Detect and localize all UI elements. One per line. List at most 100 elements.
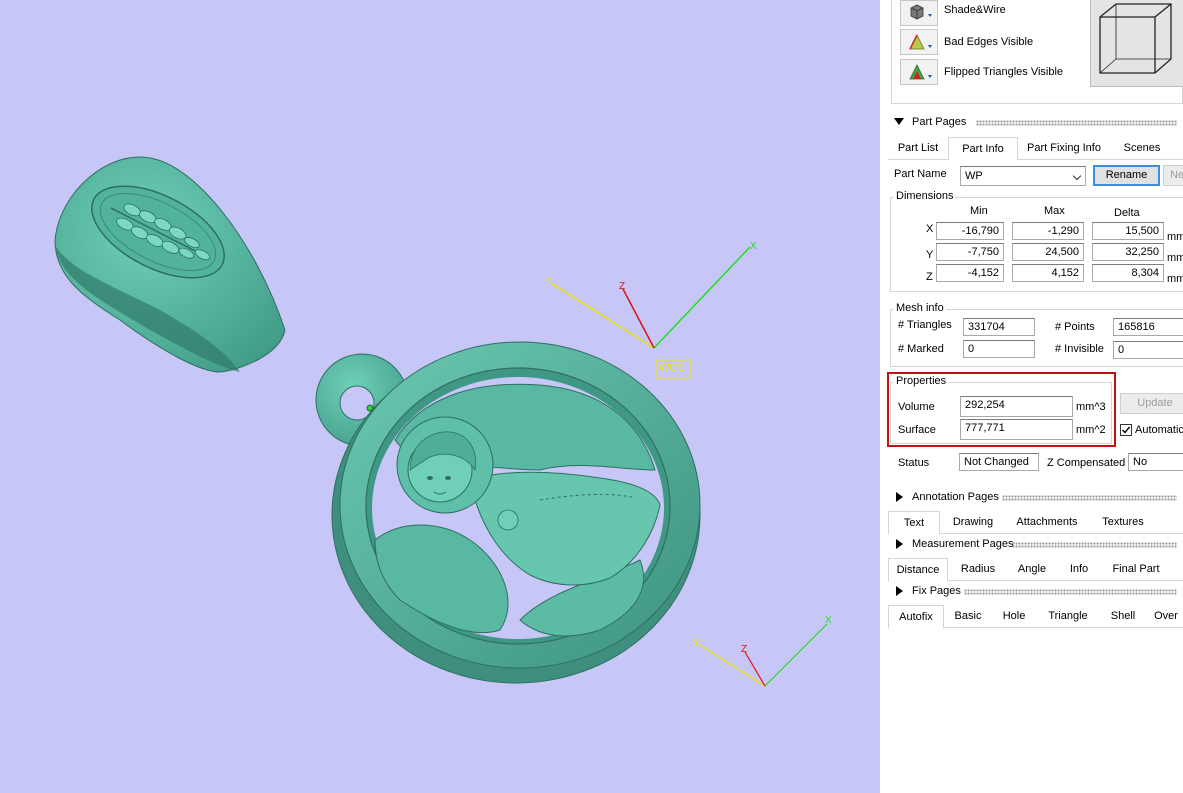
wcs-label: WCS [659,362,685,374]
dim-z-max: 4,152 [1012,264,1084,282]
dim-y-unit: mm [1167,252,1183,264]
tab-basic[interactable]: Basic [950,607,986,626]
dim-x-label: X [926,223,934,235]
properties-highlight-box [887,372,1116,447]
bad-edges-button[interactable] [900,29,938,55]
viewport-scene [54,156,828,687]
dim-z-unit: mm [1167,273,1183,285]
triangles-label: # Triangles [898,319,952,331]
tab-distance[interactable]: Distance [888,558,948,582]
triad-axis-z-label: Z [741,644,748,655]
bad-edges-icon [909,34,932,50]
measurement-pages-header[interactable]: Measurement Pages [888,537,1183,553]
triad-axis-y-label: Y [693,638,700,649]
dim-z-delta: 8,304 [1092,264,1164,282]
triangles-value: 331704 [963,318,1035,336]
mesh-info-title: Mesh info [894,302,946,314]
tab-scenes[interactable]: Scenes [1116,139,1168,158]
expand-arrow-icon[interactable] [896,539,903,549]
triad-axis-x-label: X [825,615,832,626]
dim-z-min: -4,152 [936,264,1004,282]
expand-arrow-icon[interactable] [896,586,903,596]
dim-x-min: -16,790 [936,222,1004,240]
wcs-axis-z-label: Z [619,281,626,292]
dim-y-max: 24,500 [1012,243,1084,261]
annotation-pages-header[interactable]: Annotation Pages [888,490,1183,506]
flipped-triangles-icon [909,64,932,80]
tab-over[interactable]: Over [1150,607,1182,626]
tab-part-list[interactable]: Part List [893,139,943,158]
shade-wire-label: Shade&Wire [944,4,1006,16]
section-grip [964,589,1177,595]
shade-wire-button[interactable] [900,0,938,26]
rename-button[interactable]: Rename [1093,165,1160,186]
dim-z-label: Z [926,271,933,283]
dim-header-max: Max [1044,205,1065,217]
points-value: 165816 [1113,318,1183,336]
invisible-label: # Invisible [1055,343,1104,355]
fix-pages-title: Fix Pages [912,585,961,597]
part-name-value: WP [965,170,983,182]
marked-value: 0 [963,340,1035,358]
annotation-pages-title: Annotation Pages [912,491,999,503]
part-name-label: Part Name [894,168,947,180]
section-grip [1002,495,1177,501]
3d-viewport[interactable]: WCS X Y Z X Y Z [0,0,880,793]
section-grip [1012,542,1177,548]
status-label: Status [898,457,930,469]
chevron-down-icon [1072,171,1082,181]
tab-final-part[interactable]: Final Part [1106,560,1166,579]
dimensions-title: Dimensions [894,190,956,202]
dim-y-min: -7,750 [936,243,1004,261]
z-compensated-label: Z Compensated [1047,457,1126,469]
tab-hole[interactable]: Hole [998,607,1030,626]
measurement-pages-title: Measurement Pages [912,538,1014,550]
part-name-select[interactable]: WP [960,166,1086,186]
next-button[interactable]: Ne [1163,165,1183,186]
checkmark-icon [1122,426,1131,434]
marked-label: # Marked [898,343,944,355]
status-value: Not Changed [959,453,1039,471]
tab-part-fixing-info[interactable]: Part Fixing Info [1022,139,1106,158]
wcs-axis-y-label: Y [546,276,553,287]
dim-y-delta: 32,250 [1092,243,1164,261]
tab-drawing[interactable]: Drawing [946,513,1000,532]
view-axis-triad [699,623,828,687]
ring-model[interactable] [54,156,286,373]
dim-x-unit: mm [1167,231,1183,243]
tab-triangle[interactable]: Triangle [1044,607,1092,626]
section-grip [976,120,1177,126]
bad-edges-label: Bad Edges Visible [944,36,1034,48]
annotation-pages-tabs: Text Drawing Attachments Textures [888,511,1183,535]
measurement-pages-tabs: Distance Radius Angle Info Final Part [888,558,1183,582]
part-pages-tabs: Part List Part Info Part Fixing Info Sce… [888,137,1183,161]
tab-angle[interactable]: Angle [1010,560,1054,579]
update-button[interactable]: Update [1120,393,1183,414]
tab-radius[interactable]: Radius [956,560,1000,579]
tab-part-info[interactable]: Part Info [948,137,1018,161]
collapse-arrow-icon[interactable] [894,118,904,125]
tab-info[interactable]: Info [1062,560,1096,579]
pendant-model[interactable] [315,341,701,684]
tab-shell[interactable]: Shell [1106,607,1140,626]
shade-wire-icon [910,4,932,20]
wcs-axis-x-label: X [750,241,757,252]
fix-pages-header[interactable]: Fix Pages [888,584,1183,600]
tab-attachments[interactable]: Attachments [1012,513,1082,532]
z-compensated-value: No [1128,453,1183,471]
tab-textures[interactable]: Textures [1096,513,1150,532]
part-pages-header[interactable]: Part Pages [888,115,1183,131]
part-pages-title: Part Pages [912,116,967,128]
invisible-value: 0 [1113,341,1183,359]
flipped-triangles-button[interactable] [900,59,938,85]
dim-x-max: -1,290 [1012,222,1084,240]
tab-text[interactable]: Text [888,511,940,535]
dim-x-delta: 15,500 [1092,222,1164,240]
view-cube-icon [1099,3,1172,74]
view-cube[interactable] [1090,0,1183,87]
fix-pages-tabs: Autofix Basic Hole Triangle Shell Over [888,605,1183,629]
dim-header-delta: Delta [1114,207,1140,219]
tab-autofix[interactable]: Autofix [888,605,944,629]
expand-arrow-icon[interactable] [896,492,903,502]
automatic-checkbox[interactable] [1120,424,1132,436]
